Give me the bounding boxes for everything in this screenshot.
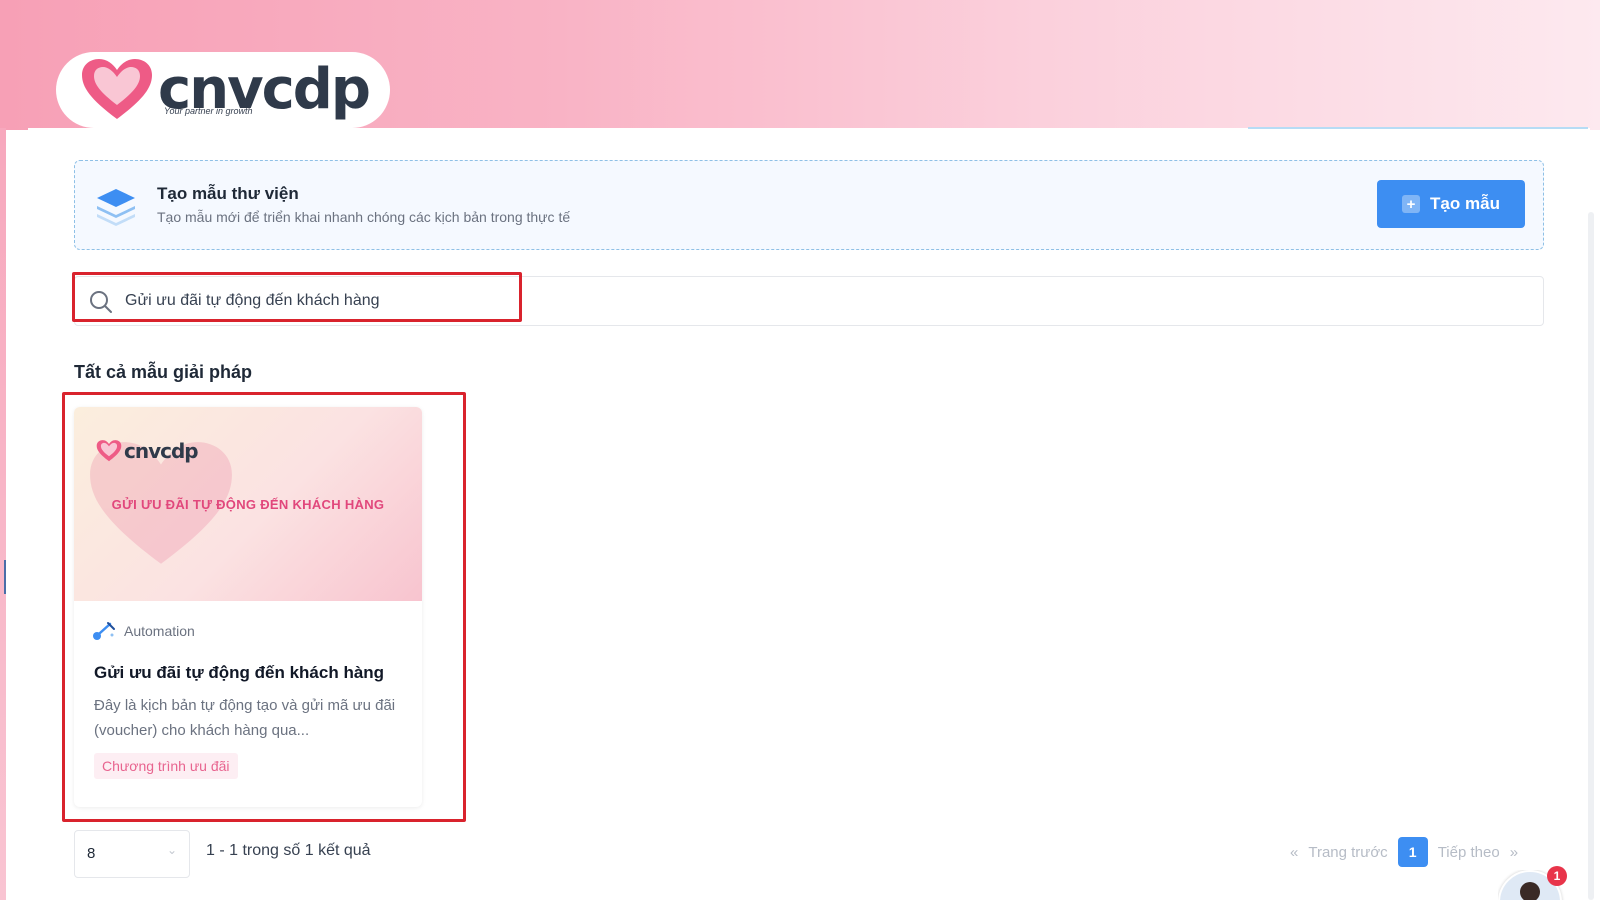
result-summary: 1 - 1 trong số 1 kết quả [206,842,371,859]
create-template-banner: Tạo mẫu thư viện Tạo mẫu mới để triển kh… [74,160,1544,250]
heart-logo-icon [96,440,122,462]
page-number-button[interactable]: 1 [1397,837,1428,867]
prev-page-button[interactable]: Trang trước [1308,844,1387,861]
card-category: Automation [92,621,195,641]
banner-description: Tạo mẫu mới để triển khai nhanh chóng cá… [157,209,571,225]
thumb-title: GỬI ƯU ĐÃI TỰ ĐỘNG ĐẾN KHÁCH HÀNG [111,497,385,512]
prev-arrow-icon[interactable]: « [1290,844,1298,861]
card-description: Đây là kịch bản tự động tạo và gửi mã ưu… [94,697,396,739]
logo-tagline: Your partner in growth [164,106,253,116]
loading-accent-line [1248,127,1588,129]
banner-title: Tạo mẫu thư viện [157,184,299,203]
notification-badge: 1 [1547,866,1567,886]
per-page-value: 8 [87,845,96,862]
next-page-button[interactable]: Tiếp theo [1438,844,1500,861]
create-template-button[interactable]: + Tạo mẫu [1377,180,1525,228]
heart-logo-icon [82,59,152,119]
brand-logo[interactable]: cnvcdp Your partner in growth [56,52,390,128]
automation-icon [93,622,115,640]
layers-icon [95,183,137,232]
next-arrow-icon[interactable]: » [1510,844,1518,861]
create-template-label: Tạo mẫu [1430,194,1500,213]
card-category-label: Automation [124,623,195,639]
thumb-logo: cnvcdp [96,439,199,463]
search-input[interactable] [125,285,1025,317]
avatar-person-icon [1520,882,1540,900]
search-icon [89,290,113,319]
left-accent-strip [0,128,6,900]
card-thumbnail: cnvcdp GỬI ƯU ĐÃI TỰ ĐỘNG ĐẾN KHÁCH HÀNG [74,407,422,601]
card-title[interactable]: Gửi ưu đãi tự động đến khách hàng [94,663,384,683]
scrollbar[interactable] [1588,212,1594,900]
sidebar-handle[interactable] [4,560,6,594]
thumb-logo-wordmark: cnvcdp [124,439,199,463]
section-title: Tất cả mẫu giải pháp [74,362,253,382]
pagination: « Trang trước 1 Tiếp theo » [1290,836,1540,868]
card-tag[interactable]: Chương trình ưu đãi [94,753,238,779]
per-page-select[interactable]: 8 ⌄ [74,830,190,878]
template-card[interactable]: cnvcdp GỬI ƯU ĐÃI TỰ ĐỘNG ĐẾN KHÁCH HÀNG… [74,407,422,807]
search-bar [74,276,1544,326]
chevron-down-icon: ⌄ [166,843,177,857]
plus-icon: + [1402,195,1421,213]
